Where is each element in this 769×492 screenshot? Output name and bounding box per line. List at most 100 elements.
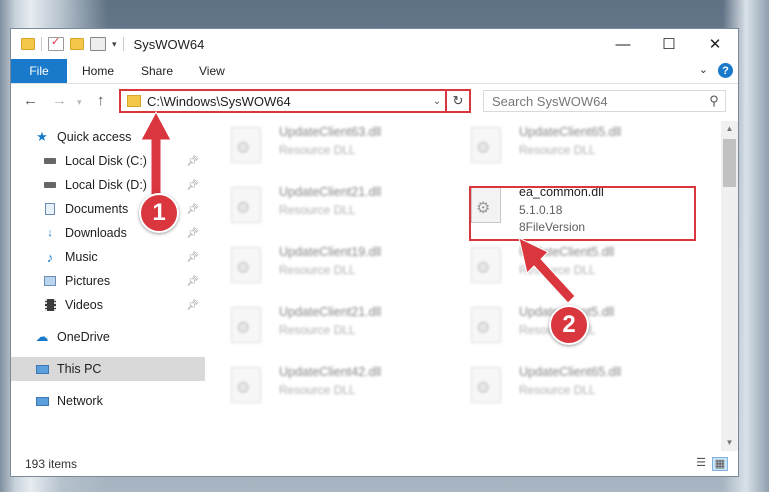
sidebar-item-label: Downloads	[65, 226, 127, 240]
navigation-bar: ← → ▾ ↑ C:\Windows\SysWOW64 ⌄ ↻ Search S…	[11, 84, 738, 118]
large-icons-view-icon[interactable]: ▦	[712, 457, 728, 471]
highlight-box	[469, 186, 696, 241]
sidebar-item-pictures[interactable]: Pictures 📌︎	[11, 269, 205, 293]
computer-icon	[35, 363, 49, 376]
refresh-icon[interactable]: ↻	[445, 91, 469, 111]
up-arrow-icon[interactable]: ↑	[97, 92, 105, 109]
address-path[interactable]: C:\Windows\SysWOW64	[147, 94, 429, 109]
file-item[interactable]: UpdateClient65.dll Resource DLL	[447, 361, 647, 409]
file-name: UpdateClient65.dll	[519, 365, 622, 379]
details-view-icon[interactable]: ☰	[694, 457, 708, 469]
sidebar-item-label: Local Disk (D:)	[65, 178, 147, 192]
dll-file-icon	[231, 367, 261, 403]
title-bar: ✓ ▾ SysWOW64 — ☐ ✕	[11, 29, 738, 59]
search-icon[interactable]: ⚲	[703, 93, 725, 109]
file-description: Resource DLL	[279, 383, 356, 397]
dll-file-icon	[471, 367, 501, 403]
sidebar-item-quick-access[interactable]: ★ Quick access	[11, 125, 205, 149]
sidebar-item-music[interactable]: ♪ Music 📌︎	[11, 245, 205, 269]
network-icon	[35, 395, 49, 408]
navigation-pane: ★ Quick access Local Disk (C:) 📌︎ Local …	[11, 121, 205, 451]
scroll-up-icon[interactable]: ▲	[721, 121, 738, 137]
forward-arrow-icon[interactable]: →	[52, 92, 67, 109]
help-icon[interactable]: ?	[718, 63, 733, 78]
file-item[interactable]: UpdateClient42.dll Resource DLL	[207, 361, 407, 409]
close-button[interactable]: ✕	[692, 29, 738, 59]
sidebar-item-network[interactable]: Network	[11, 389, 205, 413]
folder-icon	[21, 38, 35, 50]
recent-locations-chevron-icon[interactable]: ▾	[77, 97, 82, 108]
file-name: UpdateClient21.dll	[279, 305, 382, 319]
file-name: UpdateClient5.dll	[519, 245, 615, 259]
expand-ribbon-chevron-icon[interactable]: ⌄	[699, 63, 708, 76]
pin-icon[interactable]: 📌︎	[186, 300, 199, 311]
pin-icon[interactable]: 📌︎	[186, 228, 199, 239]
file-name: UpdateClient65.dll	[519, 125, 622, 139]
window-title: SysWOW64	[133, 36, 205, 52]
drive-icon	[43, 179, 57, 192]
videos-icon	[43, 299, 57, 312]
file-item[interactable]: UpdateClient65.dll Resource DLL	[447, 121, 647, 169]
vertical-scrollbar[interactable]: ▲ ▼	[721, 121, 738, 451]
file-item[interactable]: UpdateClient63.dll Resource DLL	[207, 121, 407, 169]
sidebar-item-videos[interactable]: Videos 📌︎	[11, 293, 205, 317]
sidebar-item-label: Local Disk (C:)	[65, 154, 147, 168]
scroll-down-icon[interactable]: ▼	[721, 435, 738, 451]
new-folder-icon[interactable]	[70, 38, 84, 50]
tab-share[interactable]: Share	[141, 59, 173, 83]
address-bar[interactable]: C:\Windows\SysWOW64 ⌄ ↻	[119, 89, 471, 113]
sidebar-item-label: Quick access	[57, 130, 132, 144]
dll-file-icon	[231, 127, 261, 163]
drive-icon	[43, 155, 57, 168]
toolbar-separator	[122, 37, 124, 51]
pin-icon[interactable]: 📌︎	[186, 180, 199, 191]
minimize-button[interactable]: —	[600, 29, 646, 59]
dll-file-icon	[471, 307, 501, 343]
scrollbar-thumb[interactable]	[723, 139, 736, 187]
pin-icon[interactable]: 📌︎	[186, 276, 199, 287]
tab-file[interactable]: File	[11, 59, 67, 83]
dll-file-icon	[471, 127, 501, 163]
file-description: Resource DLL	[519, 383, 596, 397]
documents-icon	[43, 203, 57, 216]
sidebar-item-local-disk-c[interactable]: Local Disk (C:) 📌︎	[11, 149, 205, 173]
sidebar-item-onedrive[interactable]: ☁ OneDrive	[11, 325, 205, 349]
toolbar-separator	[41, 37, 42, 51]
cloud-icon: ☁	[35, 329, 49, 344]
file-description: Resource DLL	[519, 263, 596, 277]
pin-icon[interactable]: 📌︎	[186, 252, 199, 263]
file-list: UpdateClient63.dll Resource DLL UpdateCl…	[207, 121, 721, 449]
address-history-chevron-icon[interactable]: ⌄	[429, 96, 445, 107]
dll-file-icon	[231, 307, 261, 343]
properties-icon[interactable]: ✓	[48, 36, 64, 51]
tab-home[interactable]: Home	[82, 59, 114, 83]
search-box[interactable]: Search SysWOW64 ⚲	[483, 90, 726, 112]
folder-icon	[127, 95, 141, 107]
file-item[interactable]: UpdateClient5.dll Resource DLL	[447, 241, 647, 289]
file-item[interactable]: UpdateClient21.dll Resource DLL	[207, 301, 407, 349]
sidebar-item-label: OneDrive	[57, 330, 110, 344]
file-name: UpdateClient42.dll	[279, 365, 382, 379]
pin-icon[interactable]: 📌︎	[186, 204, 199, 215]
search-input[interactable]: Search SysWOW64	[492, 94, 703, 109]
customize-toolbar-icon[interactable]	[90, 37, 106, 51]
step-1-badge: 1	[139, 193, 179, 233]
dll-file-icon	[471, 247, 501, 283]
sidebar-item-local-disk-d[interactable]: Local Disk (D:) 📌︎	[11, 173, 205, 197]
chevron-down-icon[interactable]: ▾	[112, 39, 117, 50]
file-item[interactable]: UpdateClient5.dll Resource DLL	[447, 301, 647, 349]
pictures-icon	[43, 275, 57, 288]
sidebar-item-label: Pictures	[65, 274, 111, 288]
sidebar-item-downloads[interactable]: ↓ Downloads 📌︎	[11, 221, 205, 245]
step-2-badge: 2	[549, 305, 589, 345]
maximize-button[interactable]: ☐	[646, 29, 692, 59]
back-arrow-icon[interactable]: ←	[23, 92, 38, 109]
file-item[interactable]: UpdateClient19.dll Resource DLL	[207, 241, 407, 289]
sidebar-item-this-pc[interactable]: This PC	[11, 357, 205, 381]
file-name: UpdateClient19.dll	[279, 245, 382, 259]
file-item[interactable]: UpdateClient21.dll Resource DLL	[207, 181, 407, 229]
file-description: Resource DLL	[519, 143, 596, 157]
file-name: UpdateClient63.dll	[279, 125, 382, 139]
pin-icon[interactable]: 📌︎	[186, 156, 199, 167]
tab-view[interactable]: View	[199, 59, 225, 83]
